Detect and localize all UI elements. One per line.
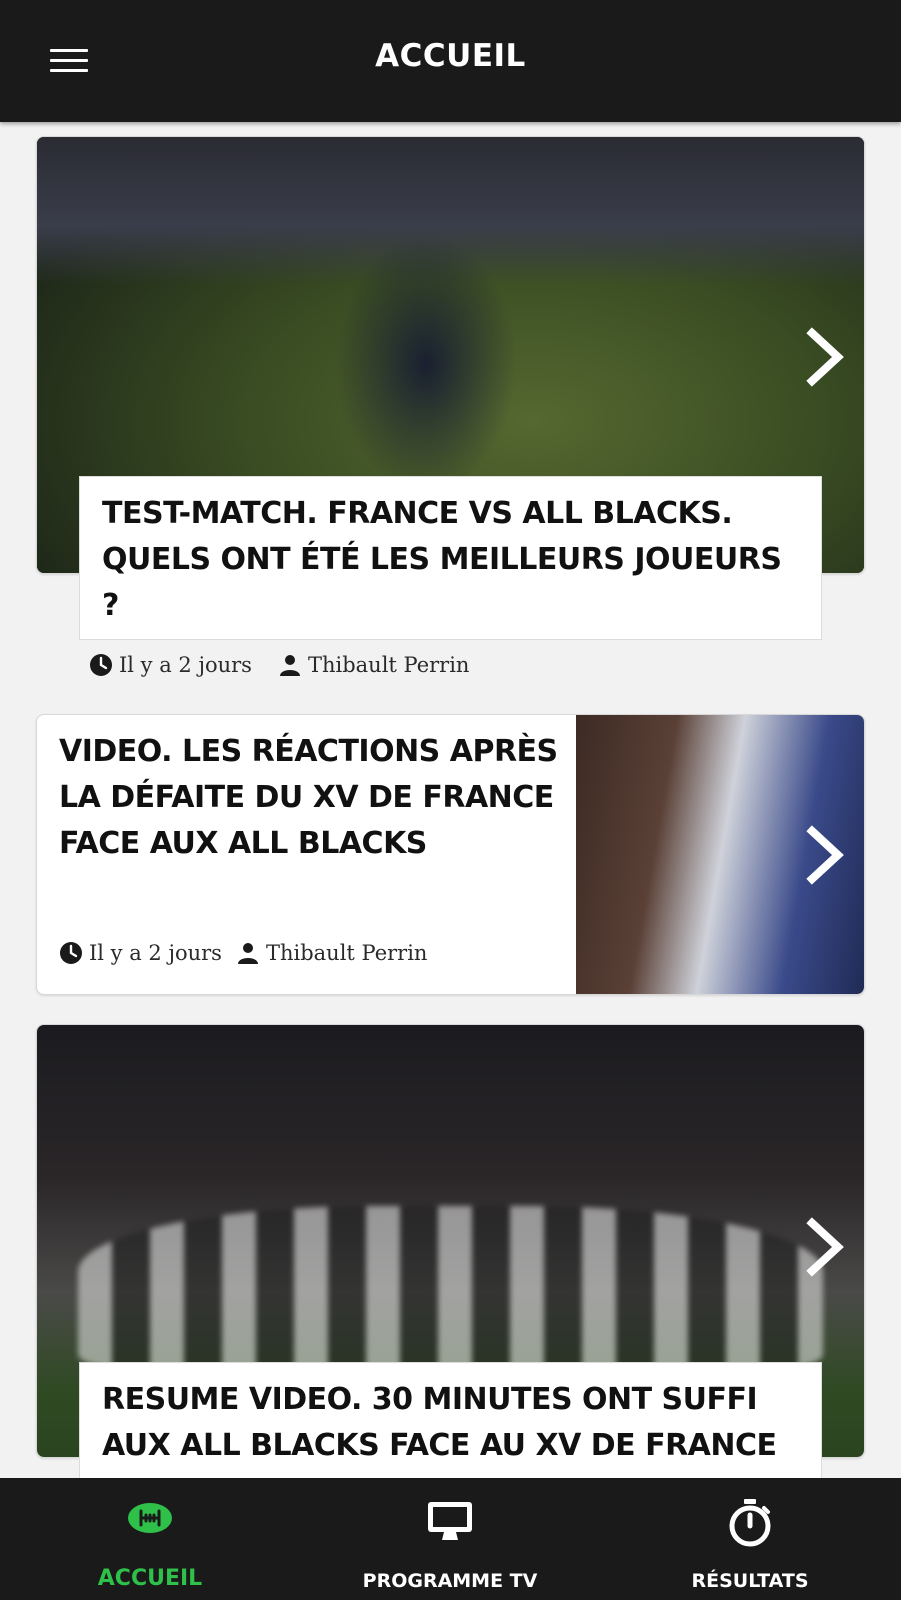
monitor-icon	[426, 1498, 474, 1551]
article-3-title: RESUME VIDEO. 30 MINUTES ONT SUFFI AUX A…	[102, 1382, 777, 1463]
nav-label-resultats: RÉSULTATS	[691, 1570, 809, 1592]
nav-item-resultats[interactable]: RÉSULTATS	[620, 1478, 880, 1600]
article-2-meta: Il y a 2 jours Thibault Perrin	[59, 941, 427, 965]
nav-item-accueil[interactable]: ACCUEIL	[20, 1478, 280, 1600]
article-card-2[interactable]: VIDEO. LES RÉACTIONS APRÈS LA DÉFAITE DU…	[36, 714, 865, 995]
top-app-bar: ACCUEIL	[0, 0, 901, 122]
article-1-time: Il y a 2 jours	[119, 653, 252, 677]
bottom-navigation: ACCUEIL PROGRAMME TV RÉSULTATS	[0, 1478, 901, 1600]
article-1-title-box[interactable]: TEST-MATCH. FRANCE VS ALL BLACKS. QUELS …	[79, 476, 822, 640]
stopwatch-icon	[726, 1498, 774, 1553]
chevron-right-icon[interactable]	[800, 327, 850, 387]
article-2-title: VIDEO. LES RÉACTIONS APRÈS LA DÉFAITE DU…	[59, 734, 558, 861]
article-1-title: TEST-MATCH. FRANCE VS ALL BLACKS. QUELS …	[102, 496, 782, 623]
article-2-time: Il y a 2 jours	[89, 941, 222, 965]
chevron-right-icon[interactable]	[800, 825, 850, 885]
nav-item-programme-tv[interactable]: PROGRAMME TV	[320, 1478, 580, 1600]
article-1-author: Thibault Perrin	[307, 653, 470, 677]
clock-icon	[59, 941, 83, 965]
rugby-ball-icon	[126, 1498, 174, 1543]
article-3-title-box[interactable]: RESUME VIDEO. 30 MINUTES ONT SUFFI AUX A…	[79, 1362, 822, 1492]
nav-label-accueil: ACCUEIL	[97, 1566, 203, 1591]
user-icon	[278, 653, 302, 677]
clock-icon	[89, 653, 113, 677]
article-2-author: Thibault Perrin	[265, 941, 428, 965]
chevron-right-icon[interactable]	[800, 1217, 850, 1277]
page-title: ACCUEIL	[375, 38, 526, 74]
nav-label-programme-tv: PROGRAMME TV	[362, 1570, 538, 1592]
user-icon	[236, 941, 260, 965]
article-1-meta: Il y a 2 jours Thibault Perrin	[89, 653, 469, 677]
